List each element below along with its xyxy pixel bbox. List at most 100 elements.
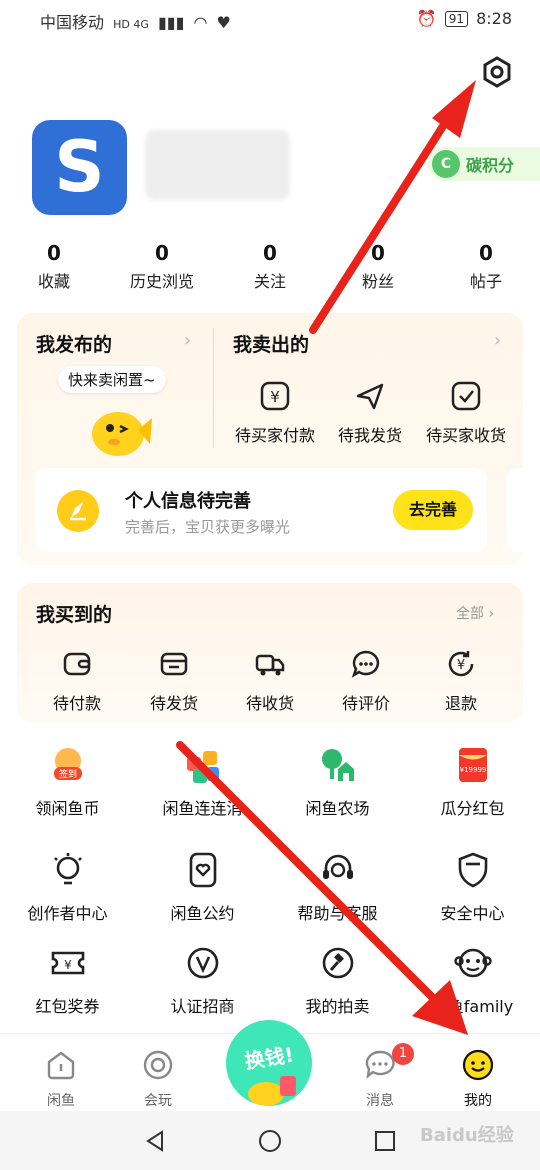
stat-value: 0 — [479, 241, 493, 265]
service-coins[interactable]: 签到 领闲鱼币 — [0, 745, 135, 819]
service-auction[interactable]: 我的拍卖 — [270, 943, 405, 1017]
bought-title[interactable]: 我买到的 — [36, 600, 112, 627]
label: 红包奖券 — [35, 997, 100, 1016]
exchange-mascot-icon — [248, 1076, 296, 1106]
stat-history[interactable]: 0 历史浏览 — [108, 240, 216, 295]
monkey-face-icon — [453, 948, 492, 978]
services-row-1: 签到 领闲鱼币 闲鱼连连消 闲鱼农场 ¥19999 瓜分红包 — [0, 745, 540, 819]
fish-mascot-icon[interactable] — [86, 400, 154, 460]
stat-value: 0 — [47, 241, 61, 265]
shield-icon — [458, 852, 487, 888]
stat-fans[interactable]: 0 粉丝 — [324, 240, 432, 295]
chevron-right-icon: › — [488, 606, 495, 622]
verified-v-icon — [187, 947, 218, 979]
settings-gear-icon[interactable] — [480, 55, 514, 89]
label: 瓜分红包 — [440, 799, 505, 818]
label: 待收货 — [245, 694, 294, 713]
stat-label: 粉丝 — [361, 272, 394, 291]
clock: 8:28 — [476, 9, 512, 28]
stats-row: 0 收藏 0 历史浏览 0 关注 0 粉丝 0 帖子 — [0, 240, 540, 295]
carbon-points-button[interactable]: C 碳积分 — [428, 147, 540, 181]
view-all-link[interactable]: 全部 › — [456, 603, 494, 623]
carbon-points-label: 碳积分 — [466, 156, 515, 175]
stat-value: 0 — [155, 241, 169, 265]
carbon-leaf-icon: C — [432, 150, 460, 178]
ticket-icon: ¥ — [51, 951, 84, 975]
service-creator-center[interactable]: 创作者中心 — [0, 850, 135, 924]
package-icon — [160, 652, 188, 676]
stat-following[interactable]: 0 关注 — [216, 240, 324, 295]
sold-title[interactable]: 我卖出的 — [233, 330, 309, 357]
avatar-logo-icon: S — [54, 126, 105, 208]
awaiting-my-shipment[interactable]: 待我发货 — [320, 380, 420, 446]
truck-icon — [255, 654, 285, 676]
tab-label: 会玩 — [144, 1093, 172, 1109]
label: 待评价 — [341, 694, 390, 713]
coin-sign-in-icon: 签到 — [53, 748, 82, 780]
profile-prompt-title: 个人信息待完善 — [125, 491, 251, 512]
auction-hammer-icon — [322, 947, 353, 979]
circle-icon — [143, 1050, 173, 1080]
watermark: Baidu经验 — [420, 1125, 514, 1146]
service-farm[interactable]: 闲鱼农场 — [270, 745, 405, 819]
stat-value: 0 — [263, 241, 277, 265]
svg-text:¥19999: ¥19999 — [459, 766, 486, 774]
alarm-icon: ⏰ — [416, 9, 437, 28]
recents-icon[interactable] — [373, 1129, 397, 1153]
pending-review[interactable]: 待评价 — [316, 648, 416, 714]
stat-posts[interactable]: 0 帖子 — [432, 240, 540, 295]
refund[interactable]: ¥ 退款 — [411, 648, 511, 714]
label: 帮助与客服 — [297, 904, 378, 923]
pending-receipt[interactable]: 待收货 — [220, 648, 320, 714]
back-icon[interactable] — [143, 1129, 167, 1153]
comment-icon — [351, 650, 380, 678]
service-help[interactable]: 帮助与客服 — [270, 850, 405, 924]
tab-label: 我的 — [464, 1093, 492, 1109]
stat-value: 0 — [371, 241, 385, 265]
divider — [213, 328, 214, 448]
service-convention[interactable]: 闲鱼公约 — [135, 850, 270, 924]
blurred-username — [145, 130, 290, 200]
complete-profile-button[interactable]: 去完善 — [393, 490, 473, 530]
exchange-center-button[interactable]: 换钱! — [226, 1020, 312, 1106]
service-match-game[interactable]: 闲鱼连连消 — [135, 745, 270, 819]
sold-chevron-icon[interactable]: › — [494, 330, 501, 351]
stat-favorites[interactable]: 0 收藏 — [0, 240, 108, 295]
label: 领闲鱼币 — [35, 799, 100, 818]
yuan-refund-icon: ¥ — [448, 651, 474, 677]
tab-label: 闲鱼 — [47, 1093, 75, 1109]
stat-label: 关注 — [253, 272, 286, 291]
home-nav-icon[interactable] — [258, 1129, 282, 1153]
carrier-label: 中国移动 — [40, 13, 105, 32]
label: 待付款 — [52, 694, 101, 713]
tab-play[interactable]: 会玩 — [118, 1048, 198, 1110]
status-bar: 中国移动 HD 4G ▮▮▮ ◠ ♥ ⏰ 91 8:28 — [0, 0, 540, 38]
avatar[interactable]: S — [32, 120, 127, 215]
service-coupons[interactable]: ¥ 红包奖券 — [0, 943, 135, 1017]
service-verification[interactable]: 认证招商 — [135, 943, 270, 1017]
tab-home[interactable]: 闲鱼 — [21, 1048, 101, 1110]
arrow-to-settings — [309, 108, 456, 334]
yuan-check-icon: ¥ — [260, 381, 290, 411]
battery-indicator: 91 — [444, 10, 469, 27]
service-family[interactable]: 闲鱼family — [405, 943, 540, 1017]
pencil-icon — [57, 490, 99, 532]
label: 闲鱼family — [431, 997, 514, 1016]
service-security[interactable]: 安全中心 — [405, 850, 540, 924]
svg-text:¥: ¥ — [270, 388, 280, 406]
tab-mine[interactable]: 我的 — [438, 1048, 518, 1110]
awaiting-buyer-payment[interactable]: ¥ 待买家付款 — [225, 380, 325, 446]
pending-payment[interactable]: 待付款 — [27, 648, 127, 714]
label: 我的拍卖 — [305, 997, 370, 1016]
label: 待买家收货 — [425, 426, 506, 445]
pending-shipment[interactable]: 待发货 — [124, 648, 224, 714]
awaiting-buyer-receipt[interactable]: 待买家收货 — [416, 380, 516, 446]
service-red-packet[interactable]: ¥19999 瓜分红包 — [405, 745, 540, 819]
label: 创作者中心 — [27, 904, 108, 923]
farm-icon — [321, 749, 354, 781]
published-title[interactable]: 我发布的 — [36, 330, 112, 357]
label: 待我发货 — [337, 426, 402, 445]
label: 待买家付款 — [234, 426, 315, 445]
stat-label: 帖子 — [469, 272, 502, 291]
published-chevron-icon[interactable]: › — [184, 330, 191, 351]
